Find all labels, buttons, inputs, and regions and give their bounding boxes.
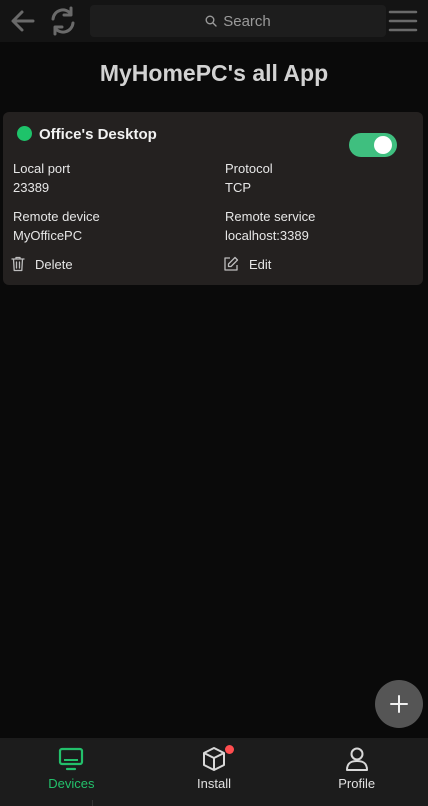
app-card: Office's Desktop Local port 23389 Protoc… [3, 112, 423, 285]
search-icon [205, 15, 217, 27]
remote-service-label: Remote service [225, 209, 316, 224]
local-port-value: 23389 [13, 180, 50, 195]
refresh-button[interactable] [46, 4, 80, 38]
box-icon [203, 747, 225, 771]
remote-device-field: Remote device MyOfficePC [13, 209, 100, 243]
trash-icon [11, 256, 25, 272]
local-port-label: Local port [13, 161, 71, 176]
monitor-icon [59, 747, 84, 771]
remote-device-value: MyOfficePC [13, 228, 83, 243]
nav-install-label: Install [197, 776, 231, 791]
nav-install[interactable]: Install [143, 738, 286, 806]
user-icon [345, 747, 368, 771]
search-placeholder: Search [223, 12, 271, 30]
nav-profile[interactable]: Profile [285, 738, 428, 806]
hamburger-menu-icon [388, 10, 418, 32]
menu-button[interactable] [386, 4, 420, 38]
protocol-label: Protocol [225, 161, 273, 176]
divider [92, 800, 93, 806]
notification-badge [224, 745, 234, 754]
delete-label: Delete [35, 256, 73, 272]
nav-devices-label: Devices [48, 776, 95, 791]
app-name: Office's Desktop [39, 126, 157, 143]
page-title: MyHomePC's all App [99, 60, 329, 86]
remote-device-label: Remote device [13, 209, 100, 224]
remote-service-value: localhost:3389 [225, 228, 309, 243]
protocol-field: Protocol TCP [225, 161, 273, 195]
enable-toggle[interactable] [349, 133, 397, 157]
add-app-button[interactable] [375, 680, 423, 728]
status-indicator [17, 126, 32, 141]
edit-icon [224, 256, 239, 271]
plus-icon [390, 695, 408, 713]
search-input[interactable]: Search [90, 5, 386, 37]
remote-service-field: Remote service localhost:3389 [225, 209, 315, 243]
app-root: Search MyHomePC's all App Office's Deskt… [0, 0, 428, 806]
nav-devices[interactable]: Devices [0, 738, 143, 806]
protocol-value: TCP [225, 180, 251, 195]
back-button[interactable] [6, 4, 40, 38]
edit-button[interactable]: Edit [223, 255, 271, 273]
edit-label: Edit [249, 256, 272, 272]
toggle-knob [374, 136, 392, 154]
delete-button[interactable]: Delete [11, 255, 73, 273]
top-bar: Search [0, 0, 428, 42]
bottom-nav: Devices Install Profile [0, 738, 428, 806]
back-arrow-icon [11, 10, 35, 32]
nav-profile-label: Profile [338, 776, 376, 791]
refresh-icon [51, 6, 75, 36]
local-port-field: Local port 23389 [13, 161, 70, 195]
